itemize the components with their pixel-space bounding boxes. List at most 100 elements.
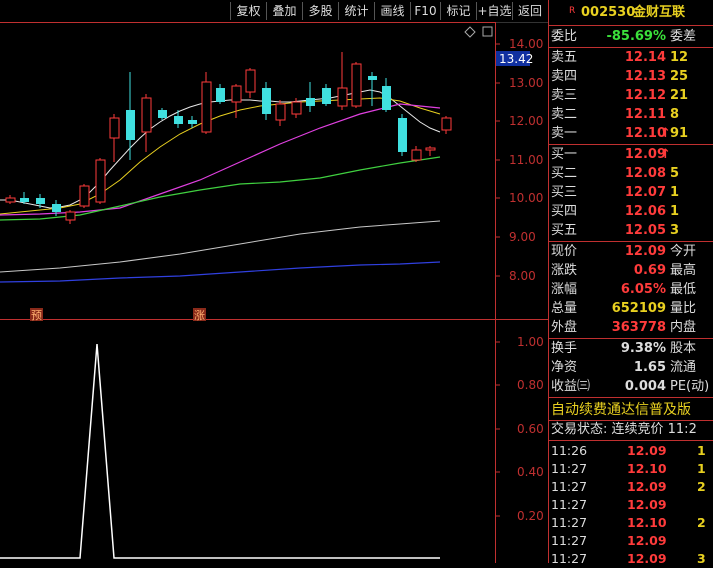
- indicator-tick-label: 0.40: [517, 465, 544, 479]
- candle-body: [174, 116, 183, 124]
- row-value: 12.05: [624, 223, 666, 238]
- candle-body: [306, 98, 315, 106]
- tick-row: 11:26 12.09 1: [549, 442, 713, 460]
- row-label: 买五: [551, 223, 578, 238]
- tick-time: 11:27: [551, 515, 588, 530]
- indicator-tick-label: 0.20: [517, 509, 544, 523]
- tick-volume: 2: [697, 515, 706, 530]
- quote-panel: R 002530 金财互联 委比 -85.69% 委差 卖五 12.14 12 卖四 1…: [548, 0, 713, 566]
- row-label2: 股本: [670, 341, 697, 356]
- row-volume: 1: [670, 185, 680, 200]
- row-label: 买四: [551, 204, 578, 219]
- kline-chart[interactable]: 14.00 13.00 12.00 11.00 10.00 9.00 8.00 1.00 0.…: [0, 22, 548, 563]
- bid-row: 买四 12.06 1: [549, 203, 713, 221]
- tick-time: 11:27: [551, 497, 588, 512]
- row-value: 1.65: [633, 360, 666, 375]
- tick-row: 11:27 12.09: [549, 532, 713, 550]
- add-favorite-button[interactable]: +自选: [476, 2, 512, 20]
- statistics-button[interactable]: 统计: [338, 2, 374, 20]
- tick-price: 12.09: [627, 497, 667, 512]
- row-value: 12.14: [624, 50, 666, 65]
- price-tick-label: 13.00: [509, 76, 543, 90]
- row-label: 买一: [551, 147, 578, 162]
- row-label2: 内盘: [670, 320, 697, 335]
- tick-price: 12.09: [627, 479, 667, 494]
- tick-row: 11:27 12.09: [549, 496, 713, 514]
- fundamental-row: 换手 9.38% 股本: [549, 340, 713, 358]
- svg-text:涨: 涨: [194, 309, 205, 322]
- row-volume: 12: [670, 50, 689, 65]
- ask-row: 卖五 12.14 12: [549, 49, 713, 67]
- stock-name: 金财互联: [633, 5, 686, 20]
- candle-body: [291, 101, 302, 115]
- tick-volume: 3: [697, 551, 706, 566]
- quote-row: 外盘 363778 内盘: [549, 319, 713, 337]
- candle-body: [262, 88, 271, 114]
- candle-body: [368, 76, 377, 80]
- price-tick-label: 11.00: [509, 153, 543, 167]
- mark-button[interactable]: 标记: [440, 2, 476, 20]
- marker-zhang: 涨: [193, 308, 206, 322]
- candle-body: [95, 159, 106, 203]
- tick-time: 11:27: [551, 551, 588, 566]
- tick-row: 11:27 12.09 3: [549, 550, 713, 568]
- multi-stock-button[interactable]: 多股: [302, 2, 338, 20]
- draw-line-button[interactable]: 画线: [374, 2, 410, 20]
- indicator-tick-label: 1.00: [517, 335, 544, 349]
- banner-link[interactable]: 自动续费通达信普及版: [549, 400, 713, 420]
- candle-body: [351, 63, 362, 107]
- candle-body: [36, 198, 45, 204]
- indicator-tick-label: 0.80: [517, 378, 544, 392]
- row-value: 12.06: [624, 204, 666, 219]
- diamond-icon[interactable]: [464, 26, 476, 38]
- candle-body: [322, 88, 331, 104]
- ask-row: 卖一 12.10 ↑ 91: [549, 125, 713, 143]
- candle-body: [201, 81, 212, 133]
- fuquan-button[interactable]: 复权: [230, 2, 266, 20]
- row-volume: 1: [670, 204, 680, 219]
- candle-body: [188, 120, 197, 124]
- divider: [549, 144, 713, 145]
- row-label: 涨跌: [551, 263, 578, 278]
- kline-chart-area[interactable]: 14.00 13.00 12.00 11.00 10.00 9.00 8.00 1.00 0.…: [0, 22, 548, 563]
- candle-body: [216, 88, 225, 102]
- row-label: 卖二: [551, 107, 578, 122]
- tick-time: 11:27: [551, 461, 588, 476]
- candle-body: [20, 198, 29, 202]
- quote-row: 涨跌 0.69 最高: [549, 262, 713, 280]
- divider: [549, 397, 713, 398]
- ask-row: 卖四 12.13 25: [549, 68, 713, 86]
- price-tick-label: 10.00: [509, 191, 543, 205]
- indicator-tick-label: 0.60: [517, 422, 544, 436]
- row-label: 卖三: [551, 88, 578, 103]
- tick-time: 11:26: [551, 443, 588, 458]
- square-icon[interactable]: [482, 26, 493, 37]
- candle-body: [425, 147, 436, 151]
- price-tick-label: 12.00: [509, 114, 543, 128]
- candle-body: [231, 85, 242, 103]
- row-label2: 量比: [670, 301, 697, 316]
- divider: [549, 25, 713, 26]
- row-value: 12.09: [624, 244, 666, 259]
- candle-body: [398, 118, 407, 152]
- row-volume: 5: [670, 166, 680, 181]
- tick-row: 11:27 12.10 1: [549, 460, 713, 478]
- row-label: 收益㈢: [551, 379, 591, 394]
- bid-row: 买三 12.07 1: [549, 184, 713, 202]
- price-tick-label: 14.00: [509, 37, 543, 51]
- row-volume: 25: [670, 69, 689, 84]
- candle-body: [337, 87, 348, 107]
- row-label: 外盘: [551, 320, 578, 335]
- row-value: 0.69: [633, 263, 666, 278]
- ma-line-blue: [0, 261, 441, 283]
- svg-text:预: 预: [31, 309, 42, 322]
- overlay-button[interactable]: 叠加: [266, 2, 302, 20]
- divider: [549, 241, 713, 242]
- row-label: 卖五: [551, 50, 578, 65]
- price-axis: 14.00 13.00 12.00 11.00 10.00 9.00 8.00: [495, 37, 543, 283]
- f10-button[interactable]: F10: [410, 2, 440, 20]
- row-label: 换手: [551, 341, 578, 356]
- price-tick-label: 9.00: [509, 230, 536, 244]
- stock-code: 002530: [581, 5, 636, 20]
- back-button[interactable]: 返回: [512, 2, 547, 20]
